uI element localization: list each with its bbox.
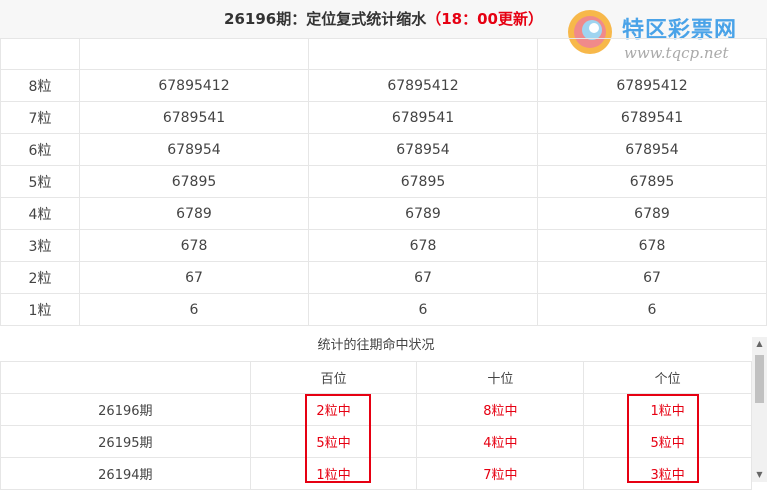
period-label: 26194期 xyxy=(0,457,251,490)
column-header-tens: 十位 xyxy=(416,361,585,394)
grid-cell: 67895412 xyxy=(308,69,538,102)
grid-header-cell xyxy=(537,38,767,70)
history-header-row: 百位 十位 个位 xyxy=(0,361,752,394)
grid-cell: 67 xyxy=(308,261,538,294)
hit-result: 8粒中 xyxy=(416,393,585,426)
row-label: 1粒 xyxy=(0,293,80,326)
row-label: 6粒 xyxy=(0,133,80,166)
grid-cell: 67895 xyxy=(308,165,538,198)
grid-cell: 6 xyxy=(79,293,309,326)
grid-cell: 67 xyxy=(79,261,309,294)
grid-cell: 67895 xyxy=(79,165,309,198)
column-header-hundreds: 百位 xyxy=(249,361,418,394)
table-row: 5粒 67895 67895 67895 xyxy=(0,165,767,198)
hit-result: 4粒中 xyxy=(416,425,585,458)
period-label: 26195期 xyxy=(0,425,251,458)
table-row: 7粒 6789541 6789541 6789541 xyxy=(0,101,767,134)
column-header-units: 个位 xyxy=(583,361,752,394)
grid-cell: 6789 xyxy=(308,197,538,230)
grid-cell: 678 xyxy=(537,229,767,262)
grid-header-row xyxy=(0,38,767,70)
history-header-cell xyxy=(0,361,251,394)
grid-cell: 678 xyxy=(308,229,538,262)
grid-cell: 678 xyxy=(79,229,309,262)
table-row: 6粒 678954 678954 678954 xyxy=(0,133,767,166)
table-row: 1粒 6 6 6 xyxy=(0,293,767,326)
highlight-box-hundreds xyxy=(305,394,371,483)
grid-cell: 67895412 xyxy=(537,69,767,102)
grid-cell: 6789541 xyxy=(537,101,767,134)
grid-header-cell xyxy=(79,38,309,70)
title-update-time: （18：00更新） xyxy=(426,10,543,28)
grid-cell: 6 xyxy=(308,293,538,326)
grid-cell: 678954 xyxy=(308,133,538,166)
history-title: 统计的往期命中状况 xyxy=(0,330,752,362)
table-row: 2粒 67 67 67 xyxy=(0,261,767,294)
grid-cell: 67895 xyxy=(537,165,767,198)
table-row: 3粒 678 678 678 xyxy=(0,229,767,262)
table-row: 4粒 6789 6789 6789 xyxy=(0,197,767,230)
grid-header-cell xyxy=(0,38,80,70)
period-label: 26196期 xyxy=(0,393,251,426)
hit-result: 7粒中 xyxy=(416,457,585,490)
grid-cell: 678954 xyxy=(537,133,767,166)
position-grid: 8粒 67895412 67895412 67895412 7粒 6789541… xyxy=(0,38,767,326)
grid-cell: 6789541 xyxy=(79,101,309,134)
row-label: 4粒 xyxy=(0,197,80,230)
table-row: 8粒 67895412 67895412 67895412 xyxy=(0,69,767,102)
chevron-up-icon[interactable]: ▲ xyxy=(752,337,767,351)
grid-cell: 6789 xyxy=(537,197,767,230)
scrollbar[interactable]: ▲ ▼ xyxy=(752,337,767,482)
grid-header-cell xyxy=(308,38,538,70)
grid-cell: 6789541 xyxy=(308,101,538,134)
grid-cell: 67895412 xyxy=(79,69,309,102)
grid-cell: 6 xyxy=(537,293,767,326)
scrollbar-thumb[interactable] xyxy=(755,355,764,403)
highlight-box-units xyxy=(627,394,699,483)
row-label: 8粒 xyxy=(0,69,80,102)
grid-cell: 678954 xyxy=(79,133,309,166)
title-main: 26196期：定位复式统计缩水 xyxy=(224,10,427,28)
row-label: 5粒 xyxy=(0,165,80,198)
row-label: 3粒 xyxy=(0,229,80,262)
grid-cell: 6789 xyxy=(79,197,309,230)
row-label: 7粒 xyxy=(0,101,80,134)
row-label: 2粒 xyxy=(0,261,80,294)
grid-cell: 67 xyxy=(537,261,767,294)
chevron-down-icon[interactable]: ▼ xyxy=(752,468,767,482)
